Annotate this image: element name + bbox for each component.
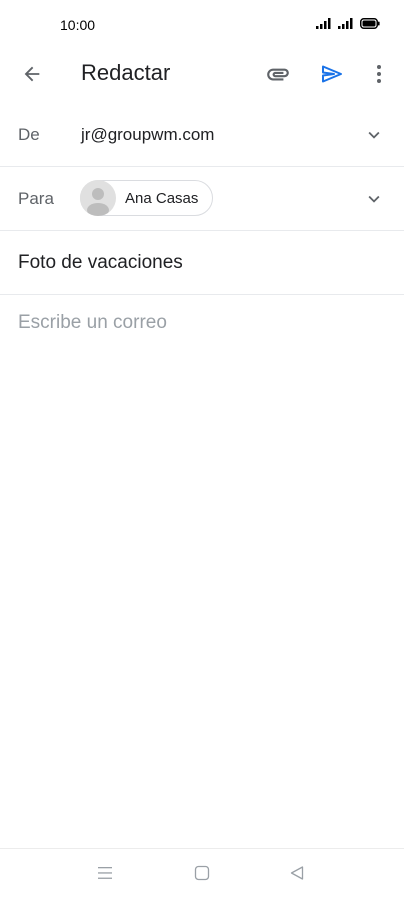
back-button[interactable] xyxy=(16,58,48,90)
nav-home-button[interactable] xyxy=(192,863,212,883)
more-vertical-icon xyxy=(377,65,381,83)
back-triangle-icon xyxy=(290,866,304,880)
page-title: Redactar xyxy=(81,60,171,85)
recipient-name: Ana Casas xyxy=(125,189,199,207)
to-label: Para xyxy=(18,189,54,208)
subject-field[interactable]: Foto de vacaciones xyxy=(18,252,183,274)
status-time: 10:00 xyxy=(60,17,96,33)
status-bar: 10:00 xyxy=(0,0,404,50)
app-bar: Redactar xyxy=(0,50,404,98)
from-expand-button[interactable] xyxy=(362,123,386,147)
back-arrow-icon xyxy=(24,66,40,82)
nav-back-button[interactable] xyxy=(287,863,307,883)
signal-icon xyxy=(316,18,331,29)
recipient-chip[interactable]: Ana Casas xyxy=(80,180,214,216)
subject-row[interactable]: Foto de vacaciones xyxy=(0,231,404,295)
from-row: De jr@groupwm.com xyxy=(0,103,404,167)
signal-icon xyxy=(338,18,353,29)
attach-button[interactable] xyxy=(262,58,294,90)
status-icons xyxy=(316,18,380,29)
avatar xyxy=(80,180,116,216)
more-options-button[interactable] xyxy=(363,58,395,90)
menu-icon xyxy=(98,867,112,879)
person-icon xyxy=(87,188,109,216)
battery-icon xyxy=(360,18,380,29)
send-icon xyxy=(322,65,342,83)
paperclip-icon xyxy=(267,68,289,81)
from-label: De xyxy=(18,125,40,144)
chevron-down-icon xyxy=(368,195,380,203)
to-row: Para Ana Casas xyxy=(0,167,404,231)
body-input[interactable]: Escribe un correo xyxy=(18,312,386,342)
to-expand-button[interactable] xyxy=(362,187,386,211)
chevron-down-icon xyxy=(368,131,380,139)
send-button[interactable] xyxy=(316,58,348,90)
nav-menu-button[interactable] xyxy=(95,863,115,883)
from-address[interactable]: jr@groupwm.com xyxy=(81,125,214,145)
navigation-bar xyxy=(0,848,404,897)
home-square-icon xyxy=(194,865,210,881)
